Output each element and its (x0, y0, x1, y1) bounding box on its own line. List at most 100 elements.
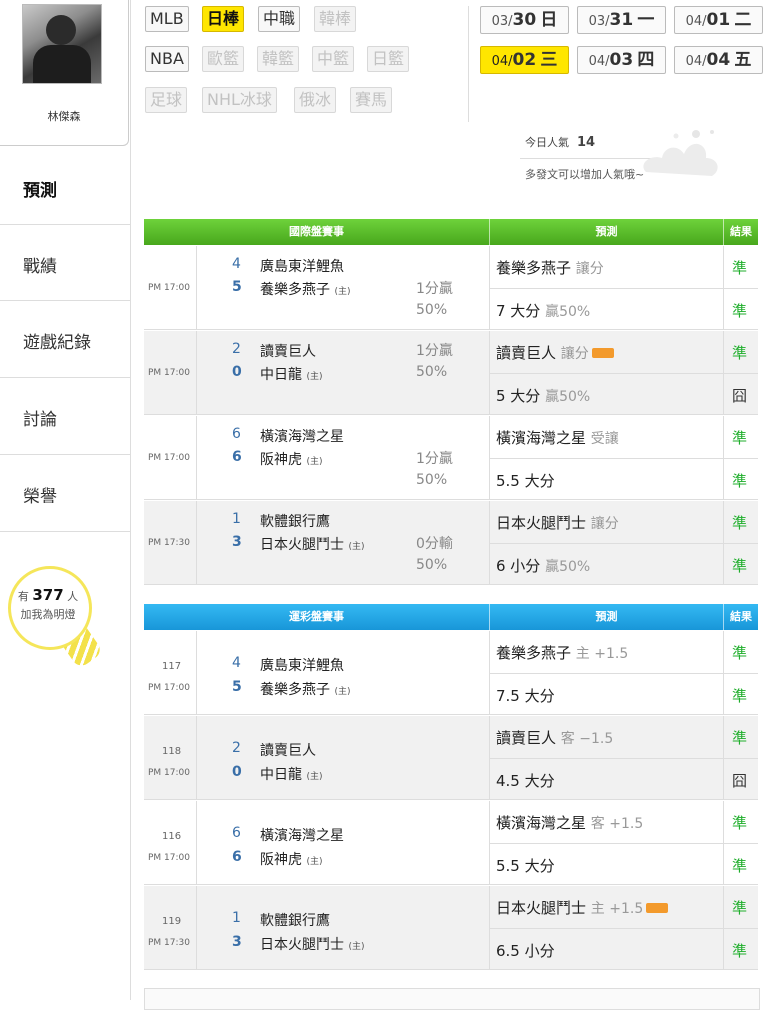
home-team-cell: 阪神虎 (主) (260, 849, 322, 869)
away-score: 2 (232, 341, 241, 357)
sidebar: 林傑森 預測 戰績 遊戲紀錄 討論 榮譽 有 377 人 加我為明燈 (0, 0, 131, 1000)
game-time: PM 17:00 (148, 368, 190, 378)
result-mark: 準 (732, 259, 748, 277)
nav-item-predict[interactable]: 預測 (0, 176, 130, 201)
home-team-cell: 中日龍 (主) (260, 764, 322, 784)
result-mark: 準 (732, 557, 748, 575)
result-mark: 囧 (732, 387, 748, 405)
lightbulb-follow-button[interactable]: 有 377 人 加我為明燈 (8, 566, 104, 670)
prediction-pick: 讀賣巨人 客 −1.5 (496, 729, 614, 747)
date-tab[interactable]: 04/04 五 (674, 46, 763, 74)
prediction-total: 6.5 小分 (496, 942, 555, 960)
nav-item-record[interactable]: 戰績 (0, 252, 130, 277)
game-time: PM 17:30 (148, 538, 190, 548)
home-score: 0 (232, 364, 242, 380)
home-team[interactable]: 阪神虎 (260, 852, 302, 868)
league-tab[interactable]: NBA (145, 46, 189, 72)
prediction-pick: 日本火腿鬥士 主 +1.5 (496, 897, 669, 918)
follower-count: 有 377 人 (17, 586, 79, 604)
intl-result-header: 結果 (730, 225, 752, 238)
home-team[interactable]: 中日龍 (260, 367, 302, 383)
league-tab[interactable]: 中籃 (312, 46, 355, 72)
date-tab[interactable]: 03/31 一 (577, 6, 666, 34)
home-mark: (主) (334, 287, 351, 297)
league-tab[interactable]: 賽馬 (350, 87, 393, 113)
result-mark: 準 (732, 344, 748, 362)
home-score: 3 (232, 934, 242, 950)
prediction-pick: 橫濱海灣之星 受讓 (496, 429, 619, 447)
date-tab[interactable]: 04/03 四 (577, 46, 666, 74)
home-mark: (主) (306, 457, 323, 467)
lottery-table-header: 運彩盤賽事 預測 結果 (144, 604, 758, 630)
league-tab[interactable]: NHL冰球 (202, 87, 277, 113)
home-team-cell: 阪神虎 (主) (260, 449, 322, 469)
league-tab[interactable]: 歐籃 (202, 46, 245, 72)
home-team-cell: 日本火腿鬥士 (主) (260, 934, 364, 954)
game-time: PM 17:00 (148, 683, 190, 693)
result-mark: 囧 (732, 772, 748, 790)
result-mark: 準 (732, 857, 748, 875)
prediction-pick: 養樂多燕子 讓分 (496, 259, 604, 277)
home-mark: (主) (334, 687, 351, 697)
prediction-pick: 日本火腿鬥士 讓分 (496, 514, 619, 532)
game-time: PM 17:00 (148, 283, 190, 293)
comment-box[interactable] (144, 988, 760, 1010)
away-team[interactable]: 讀賣巨人 (260, 341, 316, 361)
away-team[interactable]: 軟體銀行鷹 (260, 910, 330, 930)
home-team[interactable]: 養樂多燕子 (260, 282, 330, 298)
result-mark: 準 (732, 687, 748, 705)
handicap-line: 1分贏 50% (416, 451, 453, 488)
result-mark: 準 (732, 644, 748, 662)
game-id: 117 (162, 661, 182, 672)
date-tab[interactable]: 03/30 日 (480, 6, 569, 34)
league-tab[interactable]: 足球 (145, 87, 188, 113)
game-time: PM 17:30 (148, 938, 190, 948)
table-row: 117 PM 17:00 4 5 廣島東洋鯉魚 養樂多燕子 (主) 養樂多燕子 主 +1.5… (144, 631, 758, 715)
league-tab[interactable]: 日棒 (202, 6, 245, 32)
away-score: 2 (232, 740, 241, 756)
league-tab[interactable]: MLB (145, 6, 189, 32)
featured-badge-icon (591, 347, 614, 358)
nav-item-honor[interactable]: 榮譽 (0, 482, 130, 507)
league-tab[interactable]: 韓籃 (257, 46, 300, 72)
nav-item-discussion[interactable]: 討論 (0, 405, 130, 430)
avatar[interactable] (22, 4, 102, 84)
date-tab[interactable]: 04/02 三 (480, 46, 569, 74)
home-team[interactable]: 日本火腿鬥士 (260, 537, 344, 553)
game-time: PM 17:00 (148, 768, 190, 778)
away-team[interactable]: 讀賣巨人 (260, 740, 316, 760)
away-score: 1 (232, 511, 241, 527)
handicap-line: 1分贏 50% (416, 281, 453, 318)
home-team-cell: 養樂多燕子 (主) (260, 679, 350, 699)
table-row: 119 PM 17:30 1 3 軟體銀行鷹 日本火腿鬥士 (主) 日本火腿鬥士 主 +1.… (144, 886, 758, 970)
away-team[interactable]: 廣島東洋鯉魚 (260, 256, 344, 276)
league-tab[interactable]: 日籃 (367, 46, 410, 72)
table-row: 116 PM 17:00 6 6 橫濱海灣之星 阪神虎 (主) 橫濱海灣之星 客 +1.5 準… (144, 801, 758, 885)
profile-name[interactable]: 林傑森 (0, 108, 128, 124)
league-tab[interactable]: 俄冰 (294, 87, 337, 113)
home-team[interactable]: 養樂多燕子 (260, 682, 330, 698)
away-team[interactable]: 廣島東洋鯉魚 (260, 655, 344, 675)
home-team[interactable]: 日本火腿鬥士 (260, 937, 344, 953)
away-team[interactable]: 橫濱海灣之星 (260, 426, 344, 446)
away-team[interactable]: 橫濱海灣之星 (260, 825, 344, 845)
league-tab[interactable]: 中職 (258, 6, 301, 32)
nav-item-game-log[interactable]: 遊戲紀錄 (0, 328, 130, 353)
table-row: PM 17:30 1 3 軟體銀行鷹 日本火腿鬥士 (主) 0分輸 50% 日本火腿鬥士 讓分… (144, 501, 758, 585)
popularity-hint: 多發文可以增加人氣哦~ (525, 168, 645, 181)
home-team[interactable]: 中日龍 (260, 767, 302, 783)
away-team[interactable]: 軟體銀行鷹 (260, 511, 330, 531)
handicap-line: 0分輸 50% (416, 536, 453, 573)
league-tab[interactable]: 韓棒 (314, 6, 357, 32)
game-id: 118 (162, 746, 182, 757)
result-mark: 準 (732, 729, 748, 747)
away-score: 4 (232, 256, 241, 272)
splash-decoration-icon (643, 130, 718, 176)
table-row: PM 17:00 4 5 廣島東洋鯉魚 養樂多燕子 (主) 1分贏 50% 養樂多燕子 讓分準… (144, 246, 758, 330)
result-mark: 準 (732, 302, 748, 320)
follow-label: 加我為明燈 (20, 608, 76, 621)
home-team[interactable]: 阪神虎 (260, 452, 302, 468)
result-mark: 準 (732, 942, 748, 960)
prediction-total: 5.5 大分 (496, 857, 555, 875)
date-tab[interactable]: 04/01 二 (674, 6, 763, 34)
